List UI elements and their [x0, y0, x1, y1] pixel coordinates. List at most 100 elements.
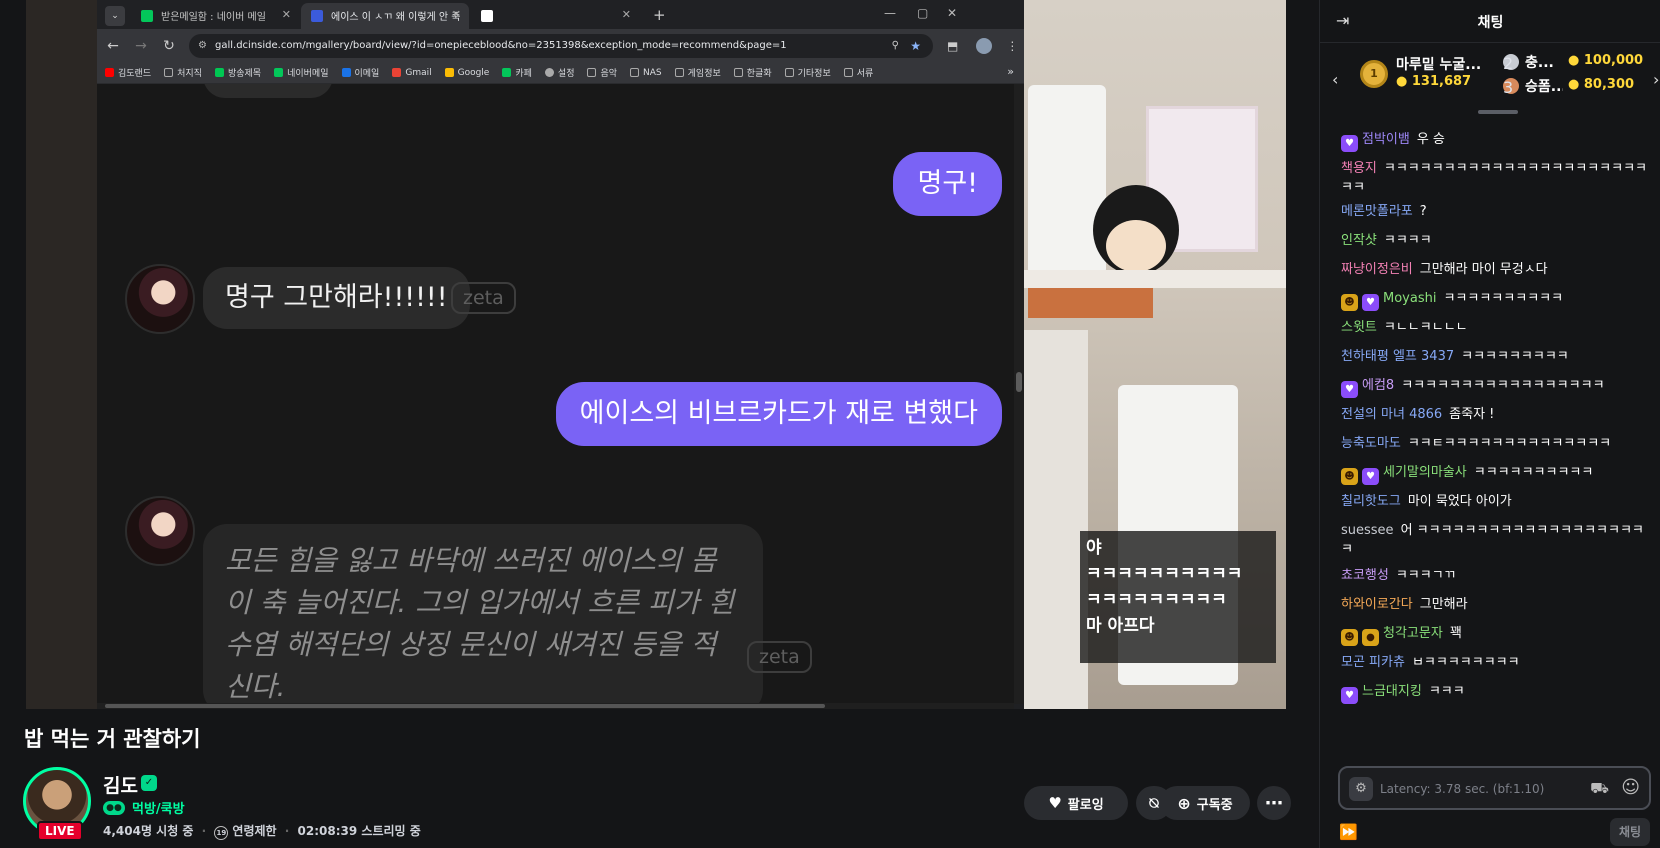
chat-nickname[interactable]: suessee	[1341, 523, 1394, 538]
gold-medal-icon: 1	[1360, 60, 1388, 88]
gear-icon	[544, 68, 554, 77]
vertical-scrollbar[interactable]	[1014, 84, 1024, 704]
chat-nickname[interactable]: 청각고문자	[1383, 626, 1443, 641]
chat-nickname[interactable]: 책용지	[1341, 161, 1377, 176]
chat-message-list[interactable]: ♥ 점박이뱀 우 승책용지 ㅋㅋㅋㅋㅋㅋㅋㅋㅋㅋㅋㅋㅋㅋㅋㅋㅋㅋㅋㅋㅋㅋㅋㅋ 메론맛폴라…	[1320, 126, 1660, 756]
chat-text: 그만해라 마이 무겅ㅅ다	[1419, 262, 1548, 277]
web-page: 명구! 명구 그만해라!!!!!! zeta 에이스의 비브르카드가 재로 변했…	[97, 84, 1014, 704]
chat-nickname[interactable]: Moyashi	[1383, 291, 1436, 306]
chat-message: suessee 어 ㅋㅋㅋㅋㅋㅋㅋㅋㅋㅋㅋㅋㅋㅋㅋㅋㅋㅋㅋㅋ	[1341, 521, 1651, 559]
chat-nickname[interactable]: 스윗트	[1341, 320, 1377, 335]
youtube-icon	[105, 68, 114, 77]
age-label: 연령제한	[232, 824, 277, 838]
reload-icon[interactable]: ↻	[157, 38, 181, 54]
extensions-icon[interactable]: ⬒	[947, 39, 958, 53]
bookmark-item[interactable]: 이메일	[341, 66, 379, 79]
bookmark-item[interactable]: 방송제목	[214, 66, 261, 79]
tab-dcinside[interactable]: 에이스 이 ㅅㄲ 왜 이렇게 안 죽 ✕	[301, 3, 469, 29]
chat-nickname[interactable]: 칠리핫도그	[1341, 494, 1401, 509]
bookmark-item[interactable]: 설정	[544, 66, 574, 79]
forward-icon[interactable]: →	[129, 38, 153, 54]
tab-label: 에이스 이 ㅅㄲ 왜 이렇게 안 죽	[331, 12, 461, 23]
chat-settings-icon[interactable]: ⚙	[1349, 777, 1373, 801]
chat-nickname[interactable]: 전설의 마녀 4866	[1341, 407, 1442, 422]
more-bookmarks-icon[interactable]: »	[1007, 65, 1014, 78]
emoji-badge-icon: ☻	[1341, 468, 1358, 485]
chat-nickname[interactable]: 모곤 피카츄	[1341, 655, 1405, 670]
more-options-button[interactable]: ⋯	[1257, 786, 1291, 820]
close-tab-icon[interactable]: ✕	[282, 8, 291, 21]
emoji-icon[interactable]: ☺	[1621, 777, 1640, 798]
chat-message: 책용지 ㅋㅋㅋㅋㅋㅋㅋㅋㅋㅋㅋㅋㅋㅋㅋㅋㅋㅋㅋㅋㅋㅋㅋㅋ	[1341, 159, 1651, 197]
chat-nickname[interactable]: 짜냥이정은비	[1341, 262, 1413, 277]
chat-nickname[interactable]: 메론맛폴라포	[1341, 204, 1413, 219]
minimize-icon[interactable]: —	[884, 6, 896, 20]
bookmark-folder[interactable]: 음악	[587, 66, 617, 79]
bookmark-item[interactable]: Gmail	[392, 68, 432, 78]
cafe-icon	[502, 68, 512, 77]
menu-icon[interactable]: ⋮	[1006, 39, 1018, 53]
chat-nickname[interactable]: 인작샷	[1341, 233, 1377, 248]
bookmark-folder[interactable]: 서류	[843, 66, 873, 79]
close-tab-icon[interactable]: ✕	[622, 8, 631, 21]
new-tab-button[interactable]: +	[653, 6, 666, 24]
ranking-prev-icon[interactable]: ‹	[1332, 70, 1338, 89]
bookmark-item[interactable]: 카페	[502, 66, 532, 79]
bookmark-folder[interactable]: 게임정보	[674, 66, 721, 79]
chat-text: 우 승	[1416, 132, 1445, 147]
user-message: 명구!	[893, 152, 1002, 216]
zoom-icon[interactable]: ⚲	[892, 34, 899, 58]
address-bar[interactable]: ⚙ gall.dcinside.com/mgallery/board/view/…	[189, 33, 933, 58]
donation-icon[interactable]: ⛟	[1590, 779, 1609, 799]
profile-avatar[interactable]	[976, 37, 993, 54]
chat-nickname[interactable]: 하와이로간다	[1341, 597, 1413, 612]
live-badge: LIVE	[37, 821, 83, 841]
bookmark-item[interactable]: 네이버메일	[274, 66, 329, 79]
scroll-thumb[interactable]	[1016, 372, 1022, 392]
video-player[interactable]: ⌄ 받은메일함 : 네이버 메일 ✕ 에이스 이 ㅅㄲ 왜 이렇게 안 죽 ✕ …	[26, 0, 1286, 709]
chat-nickname[interactable]: 세기말의마술사	[1383, 465, 1467, 480]
ranking-amount: ● 131,687	[1396, 74, 1472, 89]
send-chat-button[interactable]: 채팅	[1610, 818, 1650, 846]
following-button[interactable]: ♥ 팔로잉	[1024, 786, 1128, 820]
ranking-next-icon[interactable]: ›	[1653, 70, 1659, 89]
category-tag[interactable]: ●● 먹방/쿡방	[103, 798, 185, 817]
close-window-icon[interactable]: ✕	[947, 6, 957, 20]
chat-text: ㅋㅋㅋㅋㅋㅋㅋㅋㅋㅋ	[1473, 465, 1594, 480]
ranking-drag-handle[interactable]	[1478, 110, 1518, 114]
chat-message: 모곤 피카츄 ㅂㅋㅋㅋㅋㅋㅋㅋㅋ	[1341, 653, 1651, 672]
bookmark-folder[interactable]: NAS	[630, 68, 662, 78]
fast-forward-icon[interactable]: ⏩	[1339, 823, 1358, 841]
maximize-icon[interactable]: ▢	[917, 6, 928, 20]
chat-nickname[interactable]: 쵸코행성	[1341, 568, 1389, 583]
site-info-icon[interactable]: ⚙	[198, 34, 207, 58]
back-icon[interactable]: ←	[101, 38, 125, 54]
tab-naver-mail[interactable]: 받은메일함 : 네이버 메일 ✕	[131, 3, 299, 29]
streaming-app: ⌄ 받은메일함 : 네이버 메일 ✕ 에이스 이 ㅅㄲ 왜 이렇게 안 죽 ✕ …	[0, 0, 1660, 848]
chat-input[interactable]	[1380, 778, 1580, 800]
bookmark-folder[interactable]: 기타정보	[784, 66, 831, 79]
chat-nickname[interactable]: 에컴8	[1362, 378, 1394, 393]
tab-search-button[interactable]: ⌄	[105, 6, 125, 26]
bookmark-star-icon[interactable]: ★	[910, 34, 921, 58]
separator: ·	[201, 824, 207, 838]
chat-message: ☻ ♥ Moyashi ㅋㅋㅋㅋㅋㅋㅋㅋㅋㅋ	[1341, 289, 1651, 311]
dcinside-icon	[311, 10, 323, 22]
bookmarks-bar: 김도랜드 처지직 방송제목 네이버메일 이메일 Gmail Google 카페 …	[97, 62, 1024, 84]
bookmark-item[interactable]: 처지직	[164, 66, 202, 79]
chat-nickname[interactable]: 점박이뱀	[1362, 132, 1410, 147]
channel-name[interactable]: 김도	[103, 771, 138, 798]
close-tab-icon[interactable]: ✕	[452, 8, 461, 21]
chat-nickname[interactable]: 느금대지킹	[1362, 684, 1422, 699]
bookmark-item[interactable]: Google	[444, 68, 489, 78]
age-restriction-icon: 19	[214, 826, 229, 840]
scroll-thumb[interactable]	[105, 704, 825, 708]
bookmark-folder[interactable]: 한글화	[733, 66, 772, 79]
chat-nickname[interactable]: 천하태평 엘프 3437	[1341, 349, 1454, 364]
subscriber-heart-icon: ♥	[1341, 687, 1358, 704]
chat-nickname[interactable]: 능축도마도	[1341, 436, 1401, 451]
tab-blank[interactable]: ✕	[471, 3, 639, 29]
bookmark-item[interactable]: 김도랜드	[105, 66, 151, 79]
subscribe-button[interactable]: ⊕ 구독중	[1160, 786, 1250, 820]
heart-icon: ♥	[1048, 794, 1062, 812]
